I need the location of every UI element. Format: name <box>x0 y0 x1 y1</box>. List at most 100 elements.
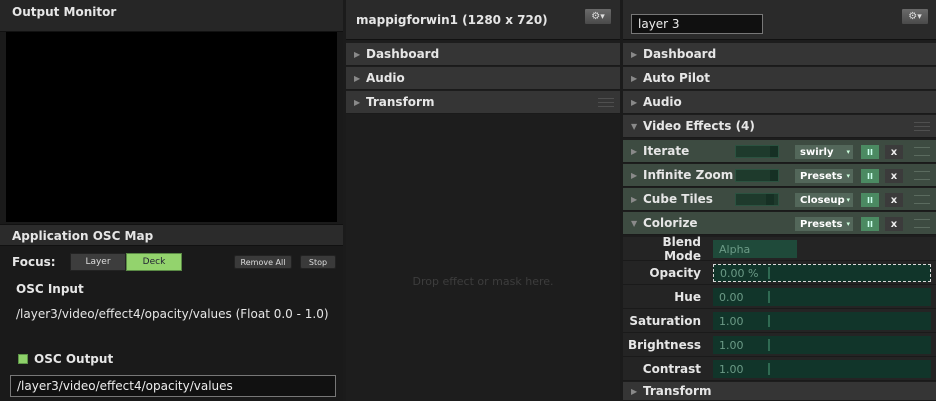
drag-handle-icon[interactable] <box>914 171 930 180</box>
drop-zone-hint[interactable]: Drop effect or mask here. <box>346 275 620 288</box>
expand-arrow-icon: ▶ <box>631 146 638 156</box>
effect-bypass-toggle[interactable]: II <box>861 145 879 159</box>
expand-arrow-icon: ▶ <box>631 194 638 204</box>
section-label: Transform <box>366 95 435 109</box>
expand-arrow-icon: ▶ <box>631 386 638 396</box>
composition-gear-button[interactable]: ⚙ ▾ <box>584 8 612 25</box>
slider-thumb[interactable] <box>768 267 770 279</box>
param-hue: Hue 0.00 <box>623 285 936 309</box>
effect-slider[interactable] <box>735 169 779 182</box>
opacity-slider[interactable]: 0.00 % <box>713 264 931 282</box>
effect-preset-select[interactable]: Presets ▾ <box>795 217 853 231</box>
expand-arrow-icon: ▶ <box>631 97 638 107</box>
section-dashboard[interactable]: ▶ Dashboard <box>346 43 620 66</box>
effect-preset-select[interactable]: Presets ▾ <box>795 169 853 183</box>
osc-input-path: /layer3/video/effect4/opacity/values (Fl… <box>16 307 329 321</box>
section-label: Audio <box>366 71 405 85</box>
param-saturation: Saturation 1.00 <box>623 309 936 333</box>
chevron-down-icon: ▾ <box>846 172 850 180</box>
slider-thumb[interactable] <box>768 363 770 375</box>
gear-icon: ⚙ <box>908 11 918 22</box>
output-monitor-title: Output Monitor <box>0 0 343 32</box>
stop-button[interactable]: Stop <box>300 255 336 269</box>
osc-output-label: OSC Output <box>34 352 114 366</box>
effect-name: Iterate <box>643 144 690 158</box>
param-label: Opacity <box>649 265 701 280</box>
slider-thumb[interactable] <box>768 291 770 303</box>
effect-preset-select[interactable]: swirly ▾ <box>795 145 853 159</box>
param-opacity: Opacity 0.00 % <box>623 261 936 285</box>
blend-mode-select[interactable]: Alpha <box>713 240 797 258</box>
drag-handle-icon[interactable] <box>914 195 930 204</box>
slider-thumb[interactable] <box>768 315 770 327</box>
layer-gear-button[interactable]: ⚙ ▾ <box>901 8 929 25</box>
brightness-slider[interactable]: 1.00 <box>713 336 931 354</box>
focus-layer-button[interactable]: Layer <box>70 253 126 271</box>
effect-name: Cube Tiles <box>643 192 713 206</box>
focus-deck-button[interactable]: Deck <box>126 253 182 271</box>
chevron-down-icon: ▾ <box>846 220 850 228</box>
focus-label: Focus: <box>12 255 56 269</box>
chevron-down-icon: ▾ <box>846 148 850 156</box>
expand-arrow-icon: ▶ <box>631 73 638 83</box>
drag-handle-icon[interactable] <box>598 98 614 107</box>
param-contrast: Contrast 1.00 <box>623 357 936 381</box>
param-label: Contrast <box>642 361 701 376</box>
section-transform[interactable]: ▶ Transform <box>623 382 936 401</box>
param-label: Saturation <box>629 313 701 328</box>
hue-slider[interactable]: 0.00 <box>713 288 931 306</box>
effect-remove-button[interactable]: x <box>885 217 903 231</box>
param-label: Hue <box>674 289 701 304</box>
composition-title: mappigforwin1 (1280 x 720) <box>346 0 620 40</box>
osc-output-field[interactable]: /layer3/video/effect4/opacity/values <box>10 375 336 397</box>
effect-slider[interactable] <box>735 193 779 206</box>
effect-slider[interactable] <box>735 145 779 158</box>
effect-remove-button[interactable]: x <box>885 145 903 159</box>
section-dashboard[interactable]: ▶ Dashboard <box>623 43 936 66</box>
effect-remove-button[interactable]: x <box>885 193 903 207</box>
section-label: Transform <box>643 384 712 398</box>
expand-arrow-icon: ▶ <box>631 170 638 180</box>
section-audio[interactable]: ▶ Audio <box>346 67 620 90</box>
contrast-slider[interactable]: 1.00 <box>713 360 931 378</box>
param-brightness: Brightness 1.00 <box>623 333 936 357</box>
effect-preset-select[interactable]: Closeup ▾ <box>795 193 853 207</box>
gear-icon: ⚙ <box>591 11 601 22</box>
section-audio[interactable]: ▶ Audio <box>623 91 936 114</box>
section-label: Dashboard <box>366 47 440 61</box>
effect-row-cube-tiles[interactable]: ▶ Cube Tiles Closeup ▾ II x <box>623 188 936 211</box>
layer-name-input[interactable]: layer 3 <box>631 14 763 34</box>
effect-row-iterate[interactable]: ▶ Iterate swirly ▾ II x <box>623 140 936 163</box>
chevron-down-icon: ▾ <box>917 11 922 22</box>
expand-arrow-icon: ▶ <box>354 49 361 59</box>
section-label: Dashboard <box>643 47 717 61</box>
section-transform[interactable]: ▶ Transform <box>346 91 620 114</box>
effect-bypass-toggle[interactable]: II <box>861 217 879 231</box>
saturation-slider[interactable]: 1.00 <box>713 312 931 330</box>
section-video-effects[interactable]: ▼ Video Effects (4) <box>623 115 936 138</box>
effect-bypass-toggle[interactable]: II <box>861 193 879 207</box>
chevron-down-icon: ▾ <box>600 11 605 22</box>
effect-row-colorize[interactable]: ▼ Colorize Presets ▾ II x <box>623 212 936 235</box>
drag-handle-icon[interactable] <box>914 122 930 131</box>
osc-input-label: OSC Input <box>16 282 84 296</box>
drag-handle-icon[interactable] <box>914 147 930 156</box>
osc-output-row: OSC Output <box>18 352 113 366</box>
expand-arrow-icon: ▶ <box>631 49 638 59</box>
output-monitor-preview <box>6 32 337 222</box>
composition-panel: mappigforwin1 (1280 x 720) ⚙ ▾ ▶ Dashboar… <box>346 0 620 401</box>
slider-thumb[interactable] <box>768 339 770 351</box>
param-blend-mode: Blend Mode Alpha <box>623 235 936 263</box>
osc-output-checkbox[interactable] <box>18 354 28 364</box>
param-label: Brightness <box>627 337 701 352</box>
section-label: Audio <box>643 95 682 109</box>
expand-arrow-icon: ▶ <box>354 73 361 83</box>
effect-remove-button[interactable]: x <box>885 169 903 183</box>
drag-handle-icon[interactable] <box>914 219 930 228</box>
section-label: Video Effects (4) <box>643 119 755 133</box>
remove-all-button[interactable]: Remove All <box>234 255 292 269</box>
section-auto-pilot[interactable]: ▶ Auto Pilot <box>623 67 936 90</box>
effect-bypass-toggle[interactable]: II <box>861 169 879 183</box>
osc-map-title: Application OSC Map <box>0 224 343 246</box>
effect-row-infinite-zoom[interactable]: ▶ Infinite Zoom Presets ▾ II x <box>623 164 936 187</box>
